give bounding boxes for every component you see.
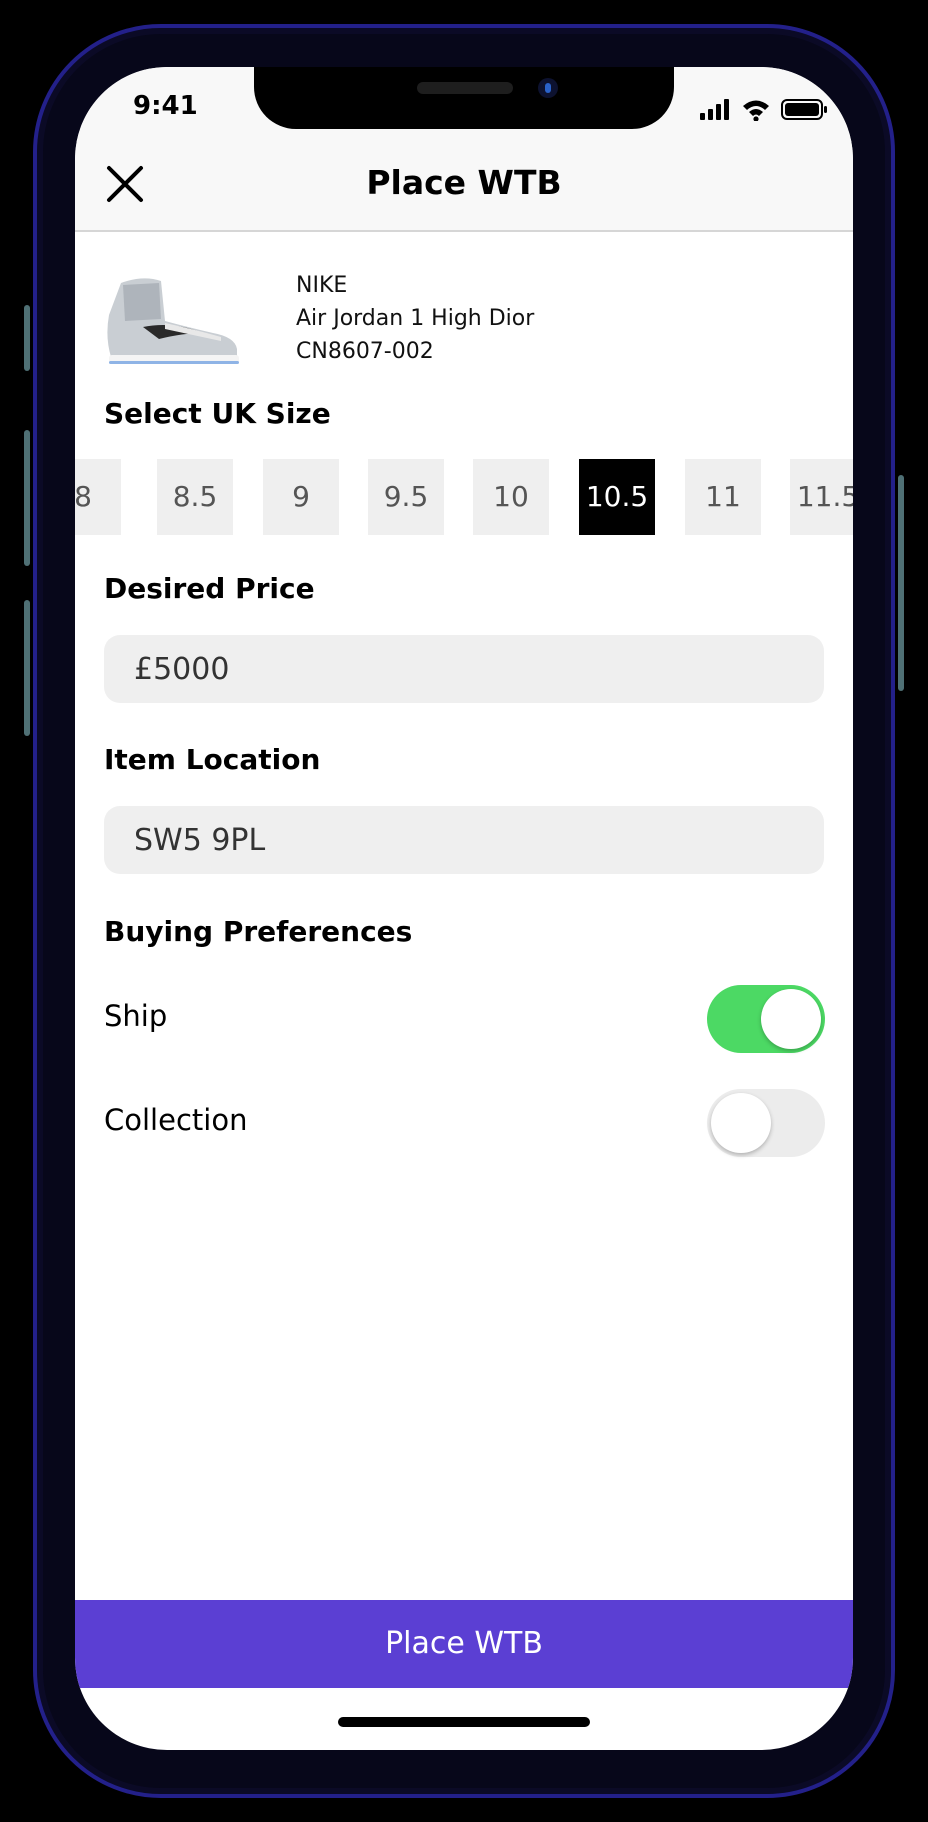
size-option-10-5[interactable]: 10.5 <box>579 459 655 535</box>
size-option-9[interactable]: 9 <box>263 459 339 535</box>
product-sku: CN8607-002 <box>296 339 434 364</box>
cellular-signal-icon <box>700 99 729 120</box>
camera-icon <box>538 78 558 98</box>
size-option-11-5[interactable]: 11.5 <box>790 459 853 535</box>
preferences-label: Buying Preferences <box>104 915 413 948</box>
collection-toggle[interactable] <box>707 1089 825 1157</box>
toggle-knob <box>711 1093 771 1153</box>
sneaker-image <box>107 278 239 364</box>
collection-label: Collection <box>104 1103 248 1137</box>
ship-toggle[interactable] <box>707 985 825 1053</box>
price-label: Desired Price <box>104 572 315 605</box>
size-option-8[interactable]: 8 <box>75 459 121 535</box>
page-title: Place WTB <box>366 163 562 202</box>
location-label: Item Location <box>104 743 321 776</box>
volume-up-button <box>24 430 30 566</box>
size-section-label: Select UK Size <box>104 397 331 430</box>
status-icons <box>700 99 827 121</box>
size-option-10[interactable]: 10 <box>473 459 549 535</box>
home-indicator <box>338 1717 590 1727</box>
product-name: Air Jordan 1 High Dior <box>296 306 535 331</box>
place-wtb-button[interactable]: Place WTB <box>75 1600 853 1688</box>
toggle-knob <box>761 989 821 1049</box>
size-selector: 8 8.5 9 9.5 10 10.5 11 11.5 <box>75 459 853 535</box>
product-brand: NIKE <box>296 273 348 298</box>
mute-switch <box>24 305 30 371</box>
volume-down-button <box>24 600 30 736</box>
ship-label: Ship <box>104 999 168 1033</box>
notch <box>254 67 674 129</box>
phone-screen: 9:41 Place WTB NIKE Air Jordan 1 High Di… <box>75 67 853 1750</box>
wifi-icon <box>743 100 769 121</box>
power-button <box>898 475 904 691</box>
status-time: 9:41 <box>133 91 198 121</box>
product-summary: NIKE Air Jordan 1 High Dior CN8607-002 <box>103 269 823 379</box>
price-input[interactable] <box>104 635 824 703</box>
size-option-9-5[interactable]: 9.5 <box>368 459 444 535</box>
battery-icon <box>781 99 827 120</box>
size-option-8-5[interactable]: 8.5 <box>157 459 233 535</box>
location-input[interactable] <box>104 806 824 874</box>
size-option-11[interactable]: 11 <box>685 459 761 535</box>
product-text: NIKE Air Jordan 1 High Dior CN8607-002 <box>296 269 534 368</box>
